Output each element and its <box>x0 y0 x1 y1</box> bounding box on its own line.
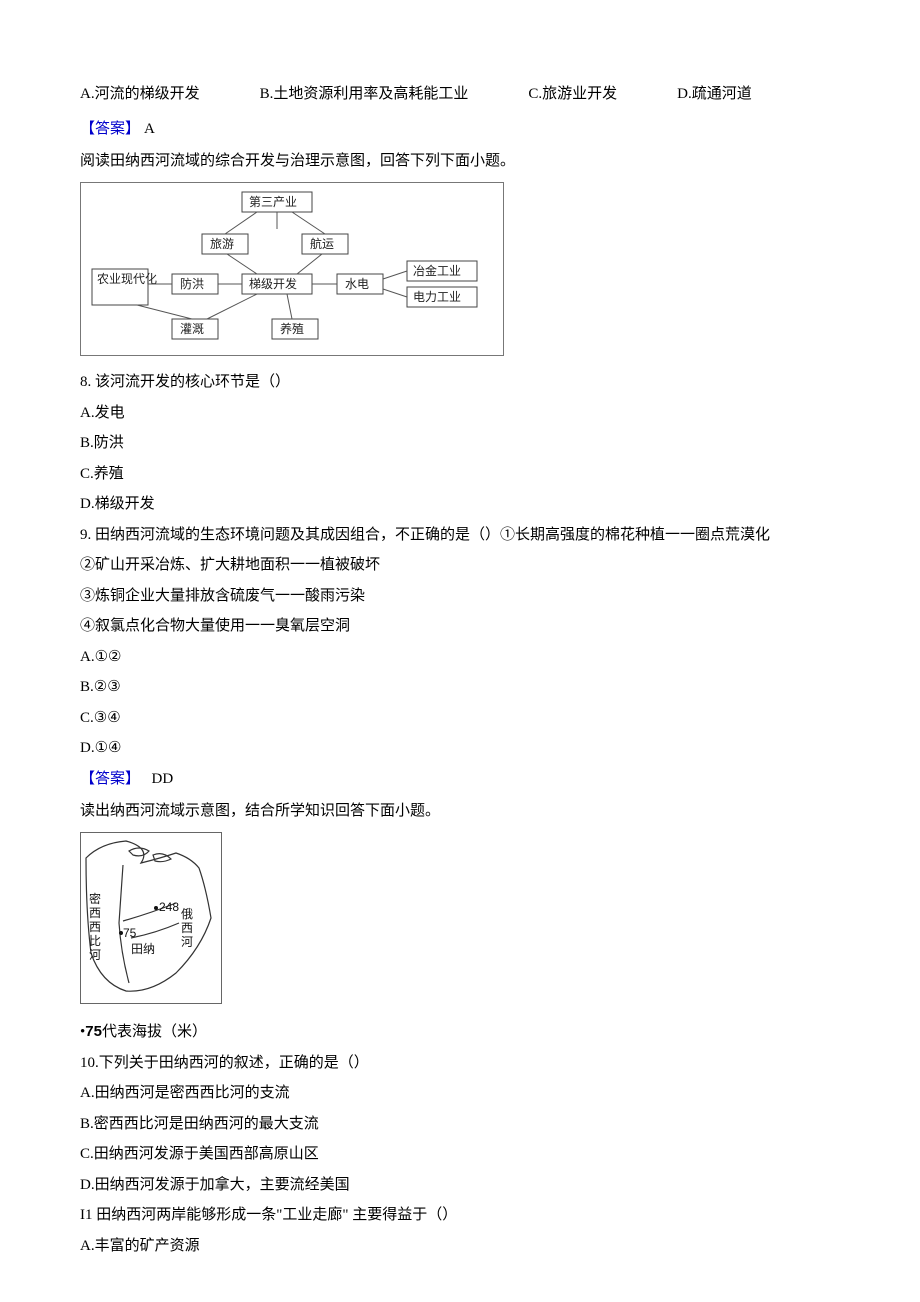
answer-89: 【答案】 DD <box>80 765 840 794</box>
map-diagram: .mline { stroke: #333; stroke-width: 1.2… <box>80 832 222 1004</box>
answer-value: A <box>144 121 155 137</box>
map-miss-a: 密 <box>89 891 101 906</box>
q10-opt-b: B.密西西比河是田纳西河的最大支流 <box>80 1110 840 1139</box>
map-75: 75 <box>123 926 137 940</box>
q10-opt-c: C.田纳西河发源于美国西部高原山区 <box>80 1140 840 1169</box>
q7-opt-a: A.河流的梯级开发 <box>80 80 200 109</box>
map-248: 248 <box>159 900 179 914</box>
intro-2: 读出纳西河流域示意图，结合所学知识回答下面小题。 <box>80 797 840 826</box>
map-miss-b: 西 <box>89 906 101 920</box>
q9-opt-b: B.②③ <box>80 673 840 702</box>
dg-hydro: 水电 <box>345 277 369 291</box>
map-miss-c: 西 <box>89 920 101 934</box>
q8-opt-b: B.防洪 <box>80 429 840 458</box>
q8-opt-a: A.发电 <box>80 399 840 428</box>
answer-label: 【答案】 <box>80 121 140 137</box>
q10-opt-d: D.田纳西河发源于加拿大，主要流经美国 <box>80 1171 840 1200</box>
map-miss-e: 河 <box>89 948 101 962</box>
note-75: •75代表海拔（米） <box>80 1018 840 1047</box>
note-75-rest: 代表海拔（米） <box>102 1024 207 1040</box>
flow-diagram: .box { fill: none; stroke: #444; stroke-… <box>80 182 504 356</box>
map-ohio3: 河 <box>181 935 193 949</box>
map-tian: 田纳 <box>131 942 155 956</box>
dg-power: 电力工业 <box>413 290 461 304</box>
intro-1: 阅读田纳西河流域的综合开发与治理示意图，回答下列下面小题。 <box>80 147 840 176</box>
q10-opt-a: A.田纳西河是密西西比河的支流 <box>80 1079 840 1108</box>
q11-opt-a: A.丰富的矿产资源 <box>80 1232 840 1261</box>
q8-stem: 8. 该河流开发的核心环节是（） <box>80 368 840 397</box>
q9-stem: 9. 田纳西河流域的生态环境问题及其成因组合，不正确的是（）①长期高强度的棉花种… <box>80 521 840 550</box>
q7-opt-c: C.旅游业开发 <box>528 80 617 109</box>
q7-opt-d: D.疏通河道 <box>677 80 752 109</box>
dg-farming: 养殖 <box>280 321 304 336</box>
q9-opt-a: A.①② <box>80 643 840 672</box>
q7-opt-b: B.土地资源利用率及高耗能工业 <box>260 80 469 109</box>
dg-metal: 冶金工业 <box>413 263 461 278</box>
note-75-bold: 75 <box>85 1023 102 1040</box>
map-svg: .mline { stroke: #333; stroke-width: 1.2… <box>81 833 221 1003</box>
answer-value: DD <box>152 771 174 787</box>
q8-opt-d: D.梯级开发 <box>80 490 840 519</box>
q7-options: A.河流的梯级开发 B.土地资源利用率及高耗能工业 C.旅游业开发 D.疏通河道 <box>80 80 840 109</box>
dg-cascade: 梯级开发 <box>249 276 297 291</box>
q9-opt-c: C.③④ <box>80 704 840 733</box>
map-miss-d: 比 <box>89 934 101 948</box>
dg-tourism: 旅游 <box>210 237 234 251</box>
q9-line2: ②矿山开采冶炼、扩大耕地面积一一植被破坏 <box>80 551 840 580</box>
q9-line3: ③炼铜企业大量排放含硫废气一一酸雨污染 <box>80 582 840 611</box>
q11-stem: I1 田纳西河两岸能够形成一条"工业走廊" 主要得益于（） <box>80 1201 840 1230</box>
q8-opt-c: C.养殖 <box>80 460 840 489</box>
q10-stem: 10.下列关于田纳西河的叙述，正确的是（） <box>80 1049 840 1078</box>
diagram-svg: .box { fill: none; stroke: #444; stroke-… <box>87 189 497 349</box>
dg-shipping: 航运 <box>310 236 334 251</box>
dg-irrigation: 灌溉 <box>180 322 204 336</box>
map-ohio1: 俄 <box>181 907 193 921</box>
q9-opt-d: D.①④ <box>80 734 840 763</box>
answer-label: 【答案】 <box>80 771 140 787</box>
answer-7: 【答案】A <box>80 115 840 144</box>
dg-top: 第三产业 <box>249 195 297 209</box>
map-ohio2: 西 <box>181 921 193 935</box>
q9-line4: ④叙氯点化合物大量使用一一臭氧层空洞 <box>80 612 840 641</box>
dg-flood: 防洪 <box>180 276 204 291</box>
